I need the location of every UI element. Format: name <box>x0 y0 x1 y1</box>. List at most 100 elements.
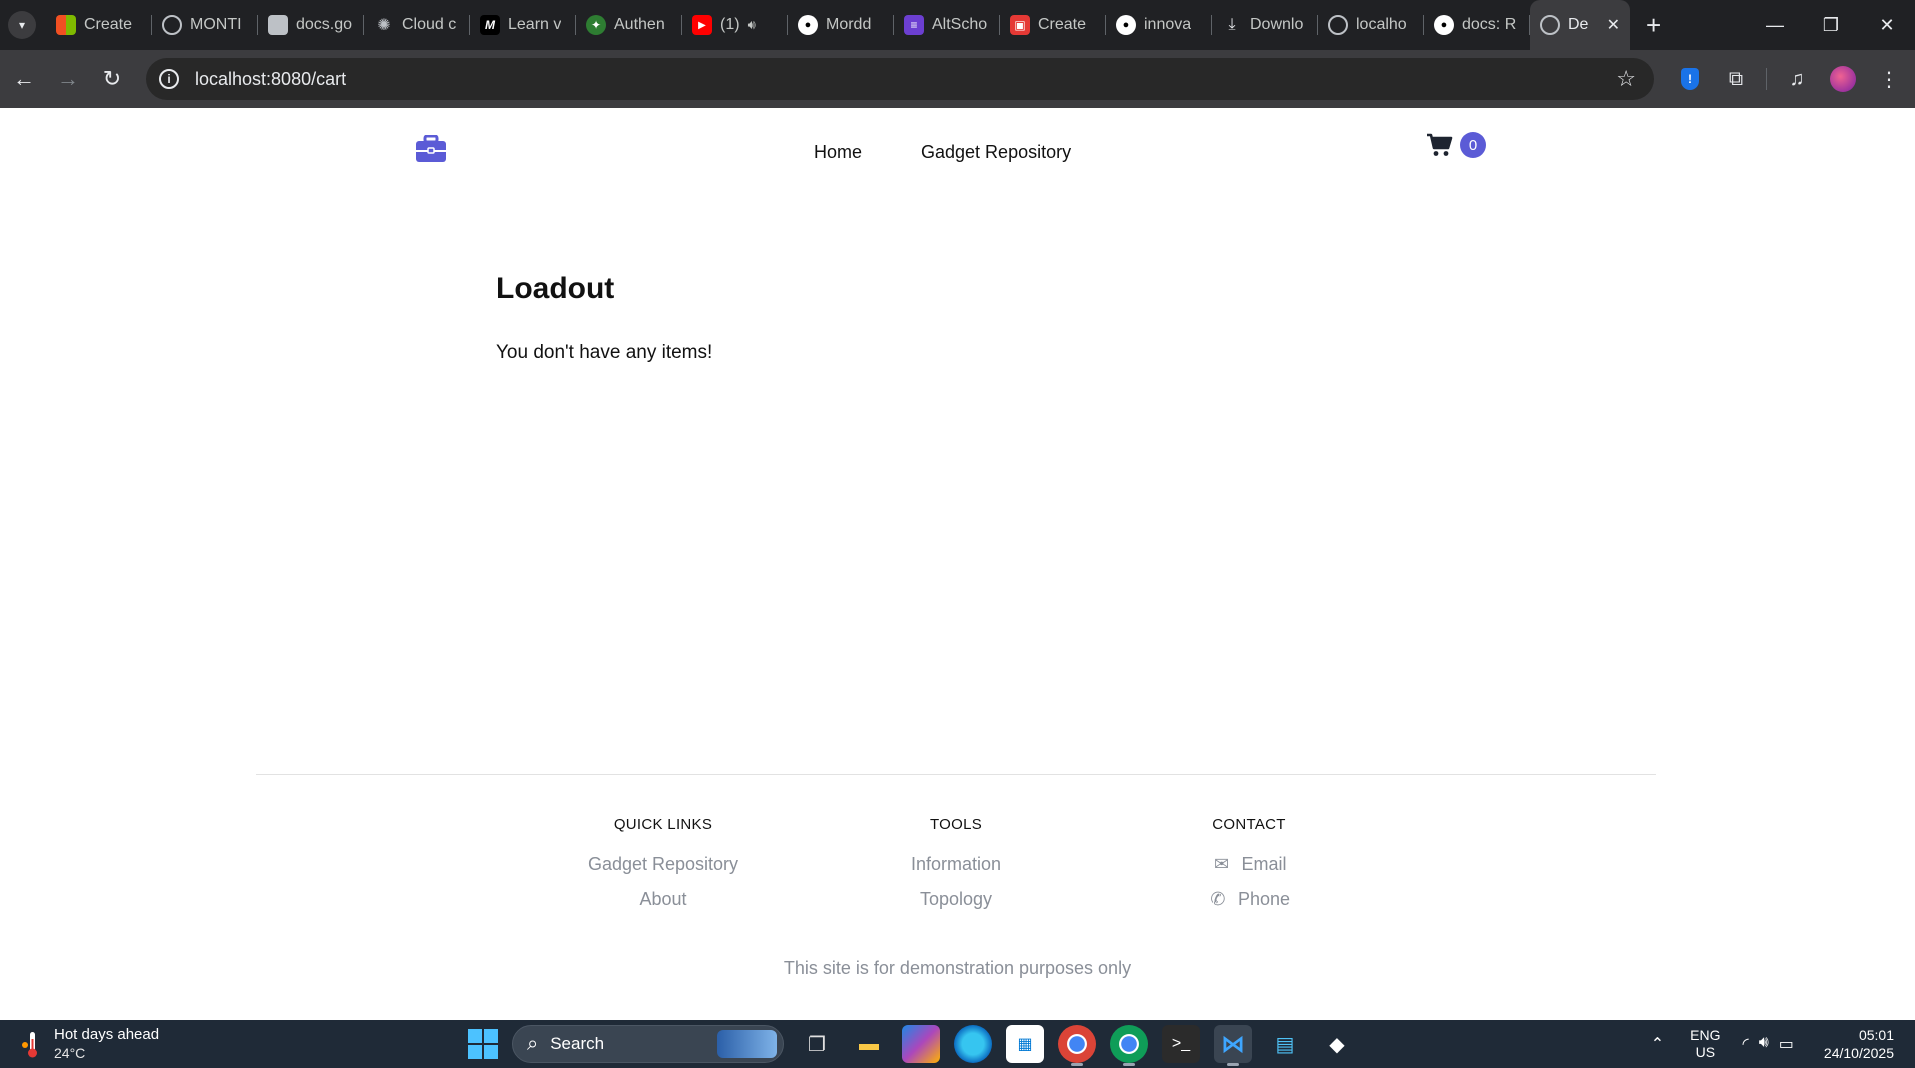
taskbar-apps: ⌕ Search ❐ ▬ ▦ >_ ⋈ ▤ ◆ <box>468 1024 1356 1066</box>
browser-tab[interactable]: MONTI <box>152 0 258 50</box>
quick-settings[interactable]: ◜ 🔊︎ ▭ <box>1743 1034 1794 1054</box>
terminal-icon[interactable]: >_ <box>1162 1025 1200 1063</box>
edge-browser-icon[interactable] <box>954 1025 992 1063</box>
browser-tab[interactable]: ● Mordd <box>788 0 894 50</box>
tab-label: MONTI <box>190 16 242 33</box>
start-button-icon[interactable] <box>468 1029 498 1059</box>
envelope-icon: ✉ <box>1213 854 1230 874</box>
active-browser-tab[interactable]: De ✕ <box>1530 0 1630 50</box>
new-tab-button[interactable]: + <box>1646 12 1661 38</box>
footer-link-phone[interactable]: ✆ Phone <box>1129 888 1369 923</box>
extensions-puzzle-icon[interactable]: ⧉ <box>1720 63 1752 95</box>
doc-icon <box>268 15 288 35</box>
browser-tab[interactable]: M Learn v <box>470 0 576 50</box>
briefcase-logo-icon[interactable] <box>415 135 447 163</box>
tab-label: docs: R <box>1462 16 1517 33</box>
browser-tab[interactable]: ● innova <box>1106 0 1212 50</box>
weather-widget[interactable]: Hot days ahead 24°C <box>20 1025 159 1063</box>
close-window-icon[interactable]: ✕ <box>1859 0 1915 50</box>
tab-label: Authen <box>614 16 665 33</box>
browser-tab[interactable]: ▣ Create <box>1000 0 1106 50</box>
tab-label: (1) <box>720 16 740 33</box>
footer-link-information[interactable]: Information <box>836 853 1076 888</box>
window-controls: — ❐ ✕ <box>1747 0 1915 50</box>
app-icon: ▣ <box>1010 15 1030 35</box>
search-highlight-image <box>717 1030 777 1058</box>
volume-icon: 🔊︎ <box>1758 1034 1769 1051</box>
cart-button[interactable]: 0 <box>1426 132 1486 158</box>
browser-tab[interactable]: ▶ (1) 🔊︎ <box>682 0 788 50</box>
altschool-icon: ≡ <box>904 15 924 35</box>
browser-tab[interactable]: ✺ Cloud c <box>364 0 470 50</box>
web-page: Home Gadget Repository 0 Loadout You don… <box>0 108 1915 1020</box>
browser-tab[interactable]: ⤓ Downlo <box>1212 0 1318 50</box>
browser-tab[interactable]: ● docs: R <box>1424 0 1530 50</box>
minimize-icon[interactable]: — <box>1747 0 1803 50</box>
globe-icon <box>162 15 182 35</box>
toolbar-actions: ! ⧉ ♫ ⋮ <box>1674 50 1905 108</box>
close-tab-icon[interactable]: ✕ <box>1607 15 1620 35</box>
tab-label: De <box>1568 16 1589 33</box>
footer-divider <box>256 774 1656 775</box>
tab-label: docs.go <box>296 16 353 33</box>
browser-tab[interactable]: ✦ Authen <box>576 0 682 50</box>
footer-quick-links: QUICK LINKS Gadget Repository About <box>543 816 783 923</box>
tab-search-chevron-icon[interactable]: ▾ <box>8 11 36 39</box>
tab-label: Create <box>1038 16 1087 33</box>
github-icon: ● <box>798 15 818 35</box>
system-tray: ⌃ ENG US ◜ 🔊︎ ▭ 05:01 24/10/2025 <box>1651 1020 1915 1068</box>
microsoft-store-icon[interactable]: ▦ <box>1006 1025 1044 1063</box>
youtube-icon: ▶ <box>692 15 712 35</box>
more-menu-icon[interactable]: ⋮ <box>1873 63 1905 95</box>
github-icon: ● <box>1434 15 1454 35</box>
footer-link-label: Phone <box>1237 889 1291 909</box>
footer-link-email[interactable]: ✉ Email <box>1129 853 1369 888</box>
footer-link-gadget-repository[interactable]: Gadget Repository <box>543 853 783 888</box>
nav-home-link[interactable]: Home <box>814 142 862 163</box>
weather-temperature: 24°C <box>54 1045 86 1061</box>
language-code: ENG <box>1690 1027 1721 1043</box>
url-text[interactable]: localhost:8080/cart <box>195 69 346 90</box>
reload-icon[interactable]: ↻ <box>90 57 134 101</box>
download-icon: ⤓ <box>1228 16 1236 33</box>
footer-link-about[interactable]: About <box>543 888 783 923</box>
browser-tab[interactable]: docs.go <box>258 0 364 50</box>
primary-nav: Home Gadget Repository <box>814 142 1071 163</box>
address-bar[interactable]: i localhost:8080/cart ☆ <box>146 58 1654 100</box>
task-view-icon[interactable]: ❐ <box>798 1025 836 1063</box>
microsoft-365-icon[interactable] <box>902 1025 940 1063</box>
bookmark-star-icon[interactable]: ☆ <box>1616 66 1636 92</box>
profile-avatar[interactable] <box>1827 63 1859 95</box>
nav-gadget-repository-link[interactable]: Gadget Repository <box>921 142 1071 163</box>
show-hidden-icons-chevron-icon[interactable]: ⌃ <box>1651 1034 1664 1054</box>
chrome-icon[interactable] <box>1058 1025 1096 1066</box>
restore-icon[interactable]: ❐ <box>1803 0 1859 50</box>
cart-count-badge: 0 <box>1460 132 1486 158</box>
chrome-profile-icon[interactable] <box>1110 1025 1148 1066</box>
clock[interactable]: 05:01 24/10/2025 <box>1824 1026 1894 1062</box>
extension-shield-icon[interactable]: ! <box>1674 63 1706 95</box>
vscode-icon[interactable]: ⋈ <box>1214 1025 1252 1066</box>
browser-tab[interactable]: localho <box>1318 0 1424 50</box>
media-control-icon[interactable]: ♫ <box>1781 63 1813 95</box>
tab-label: innova <box>1144 16 1192 33</box>
github-icon: ● <box>1116 15 1136 35</box>
footer-heading: CONTACT <box>1212 816 1286 833</box>
app-cube-icon[interactable]: ◆ <box>1318 1025 1356 1063</box>
file-explorer-icon[interactable]: ▬ <box>850 1025 888 1063</box>
back-icon[interactable]: ← <box>2 57 46 101</box>
site-info-icon[interactable]: i <box>159 69 179 89</box>
toolbar-divider <box>1766 68 1767 90</box>
speaker-icon[interactable]: 🔊︎ <box>748 17 756 33</box>
footer-link-topology[interactable]: Topology <box>836 888 1076 923</box>
browser-tab[interactable]: ≡ AltScho <box>894 0 1000 50</box>
globe-icon <box>1540 15 1560 35</box>
thermometer-icon <box>22 1032 37 1058</box>
taskbar-search[interactable]: ⌕ Search <box>512 1025 784 1063</box>
notepad-icon[interactable]: ▤ <box>1266 1025 1304 1063</box>
windows-taskbar: Hot days ahead 24°C ⌕ Search ❐ ▬ ▦ >_ ⋈ … <box>0 1020 1915 1068</box>
language-indicator[interactable]: ENG US <box>1690 1027 1720 1061</box>
forward-icon[interactable]: → <box>46 57 90 101</box>
tab-label: localho <box>1356 16 1407 33</box>
browser-tab[interactable]: Create <box>46 0 152 50</box>
